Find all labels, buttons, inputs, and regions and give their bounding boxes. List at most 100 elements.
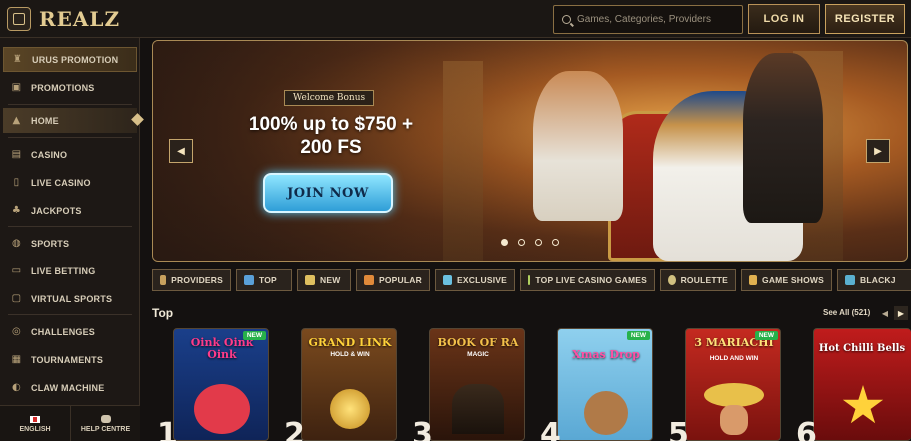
sidebar-divider bbox=[8, 137, 132, 138]
bonus-line-2: 200 FS bbox=[300, 137, 362, 158]
canada-flag-icon bbox=[30, 415, 40, 423]
category-game-shows[interactable]: GAME SHOWS bbox=[741, 269, 832, 291]
sidebar-divider bbox=[8, 314, 132, 315]
slide-dot[interactable] bbox=[501, 239, 508, 246]
new-badge: NEW bbox=[754, 331, 778, 340]
category-blackjack[interactable]: BLACKJ bbox=[837, 269, 911, 291]
live-icon: ▭ bbox=[11, 265, 22, 276]
trophy-icon: ♜ bbox=[12, 54, 23, 65]
sidebar-item-jackpots[interactable]: ♣ JACKPOTS bbox=[3, 198, 137, 223]
category-top[interactable]: TOP bbox=[236, 269, 292, 291]
game-tile[interactable]: Hot Chilli Bells bbox=[813, 328, 911, 441]
category-top-live-casino-games[interactable]: TOP LIVE CASINO GAMES bbox=[520, 269, 655, 291]
game-subtitle: MAGIC bbox=[467, 351, 489, 358]
game-tile[interactable]: GRAND LINK HOLD & WIN bbox=[301, 328, 397, 441]
new-badge: NEW bbox=[242, 331, 266, 340]
search-input[interactable] bbox=[577, 14, 737, 25]
sidebar-item-label: LIVE BETTING bbox=[31, 265, 96, 276]
sidebar-item-label: LIVE CASINO bbox=[31, 177, 91, 188]
login-button[interactable]: LOG IN bbox=[748, 4, 820, 34]
logo[interactable]: REALZ bbox=[39, 7, 120, 31]
category-providers[interactable]: PROVIDERS bbox=[152, 269, 231, 291]
game-title: Xmas Drop bbox=[572, 348, 640, 361]
category-label: GAME SHOWS bbox=[762, 275, 824, 285]
sidebar-footer: ENGLISH HELP CENTRE bbox=[0, 405, 140, 441]
chevron-left-icon: ◀ bbox=[881, 308, 889, 318]
slot-machine-icon: ▤ bbox=[11, 149, 22, 160]
welcome-bonus-tag: Welcome Bonus bbox=[284, 90, 375, 106]
sidebar-item-urus-promotion[interactable]: ♜ URUS PROMOTION bbox=[3, 47, 137, 72]
monitor-icon: ▢ bbox=[11, 293, 22, 304]
bear-artwork bbox=[584, 391, 628, 435]
sidebar-item-label: PROMOTIONS bbox=[31, 82, 95, 93]
sidebar-item-live-casino[interactable]: ▯ LIVE CASINO bbox=[3, 170, 137, 195]
register-button[interactable]: REGISTER bbox=[825, 4, 905, 34]
category-label: NEW bbox=[320, 275, 341, 285]
game-title: Hot Chilli Bells bbox=[818, 343, 906, 354]
rank-number: 2 bbox=[284, 417, 305, 441]
gift-icon: ▣ bbox=[11, 82, 22, 93]
rank-number: 1 bbox=[157, 417, 178, 441]
game-tile[interactable]: BOOK OF RA MAGIC bbox=[429, 328, 525, 441]
game-title: GRAND LINK bbox=[308, 336, 392, 349]
category-label: TOP bbox=[259, 275, 277, 285]
sidebar-item-label: VIRTUAL SPORTS bbox=[31, 293, 113, 304]
banner-prev-button[interactable]: ◀ bbox=[169, 139, 193, 163]
game-tile[interactable]: 3 MARIACHI HOLD AND WIN NEW bbox=[685, 328, 781, 441]
sidebar-item-tournaments[interactable]: ▦ TOURNAMENTS bbox=[3, 347, 137, 372]
bodyguard-artwork bbox=[743, 53, 823, 223]
mariachi-artwork bbox=[720, 405, 748, 435]
sidebar-item-label: URUS PROMOTION bbox=[32, 54, 119, 65]
clover-icon: ♣ bbox=[11, 205, 22, 216]
sidebar: ♜ URUS PROMOTION ▣ PROMOTIONS ▲ HOME ▤ C… bbox=[0, 38, 140, 441]
slide-dot[interactable] bbox=[518, 239, 525, 246]
rank-number: 4 bbox=[540, 417, 561, 441]
scroll-left-button[interactable]: ◀ bbox=[878, 306, 892, 320]
sidebar-item-promotions[interactable]: ▣ PROMOTIONS bbox=[3, 75, 137, 100]
sidebar-item-live-betting[interactable]: ▭ LIVE BETTING bbox=[3, 258, 137, 283]
category-exclusive[interactable]: EXCLUSIVE bbox=[435, 269, 515, 291]
search-box[interactable] bbox=[553, 5, 743, 34]
sidebar-item-sports[interactable]: ◍ SPORTS bbox=[3, 231, 137, 256]
slide-indicator bbox=[501, 239, 559, 246]
banner-next-button[interactable]: ▶ bbox=[866, 139, 890, 163]
sidebar-toggle-button[interactable] bbox=[7, 7, 31, 31]
category-label: EXCLUSIVE bbox=[457, 275, 507, 285]
see-all-link[interactable]: See All (521) bbox=[823, 308, 870, 317]
sidebar-item-label: SPORTS bbox=[31, 238, 70, 249]
category-popular[interactable]: POPULAR bbox=[356, 269, 430, 291]
category-label: TOP LIVE CASINO GAMES bbox=[535, 275, 647, 285]
slide-dot[interactable] bbox=[535, 239, 542, 246]
category-label: POPULAR bbox=[379, 275, 422, 285]
category-new[interactable]: NEW bbox=[297, 269, 351, 291]
join-now-button[interactable]: JOIN NOW bbox=[263, 173, 393, 213]
star-icon bbox=[528, 275, 531, 285]
cards-icon: ▯ bbox=[13, 177, 20, 188]
coin-artwork bbox=[330, 389, 370, 429]
category-roulette[interactable]: ROULETTE bbox=[660, 269, 736, 291]
rank-number: 3 bbox=[412, 417, 433, 441]
sidebar-item-casino[interactable]: ▤ CASINO bbox=[3, 142, 137, 167]
help-label: HELP CENTRE bbox=[80, 426, 131, 433]
game-tile[interactable]: Oink Oink Oink NEW bbox=[173, 328, 269, 441]
scroll-right-button[interactable]: ▶ bbox=[894, 306, 908, 320]
game-tile[interactable]: Xmas Drop NEW bbox=[557, 328, 653, 441]
tournament-icon: ▦ bbox=[11, 354, 22, 365]
chevron-left-icon: ◀ bbox=[177, 145, 185, 157]
logo-text: REALZ bbox=[39, 7, 121, 31]
sidebar-item-label: CLAW MACHINE bbox=[31, 382, 105, 393]
slide-dot[interactable] bbox=[552, 239, 559, 246]
help-centre-button[interactable]: HELP CENTRE bbox=[70, 406, 140, 441]
sidebar-item-challenges[interactable]: ◎ CHALLENGES bbox=[3, 319, 137, 344]
promo-banner[interactable]: Welcome Bonus 100% up to $750 + 200 FS J… bbox=[152, 40, 908, 262]
sidebar-item-label: CHALLENGES bbox=[31, 326, 96, 337]
top-icon bbox=[244, 275, 254, 285]
game-title: BOOK OF RA bbox=[437, 336, 519, 349]
microphone-icon bbox=[749, 275, 758, 285]
language-button[interactable]: ENGLISH bbox=[0, 406, 70, 441]
sidebar-item-home[interactable]: ▲ HOME bbox=[3, 108, 137, 133]
sidebar-item-claw-machine[interactable]: ◐ CLAW MACHINE bbox=[3, 375, 137, 400]
sidebar-item-virtual-sports[interactable]: ▢ VIRTUAL SPORTS bbox=[3, 286, 137, 311]
game-subtitle: HOLD & WIN bbox=[330, 351, 370, 358]
top-header: REALZ LOG IN REGISTER bbox=[0, 0, 911, 38]
